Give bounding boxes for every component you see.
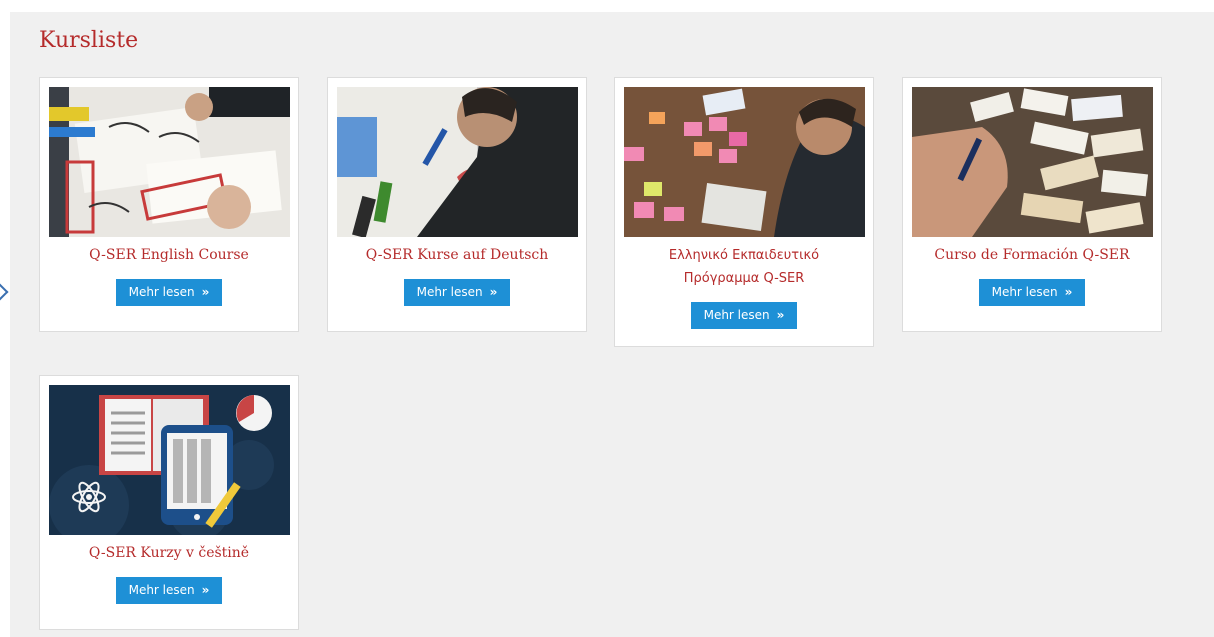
course-card-english: Q-SER English Course Mehr lesen » [39, 77, 299, 332]
course-image-greek[interactable] [624, 87, 865, 237]
double-chevron-right-icon: » [776, 308, 785, 322]
chevron-right-icon[interactable] [0, 283, 9, 301]
course-title-line: Ελληνικό Εκπαιδευτικό [668, 248, 820, 263]
double-chevron-right-icon: » [201, 583, 210, 597]
read-more-button[interactable]: Mehr lesen » [979, 279, 1085, 306]
read-more-button[interactable]: Mehr lesen » [116, 279, 222, 306]
course-card-german: Q-SER Kurse auf Deutsch Mehr lesen » [327, 77, 587, 332]
read-more-button[interactable]: Mehr lesen » [691, 302, 797, 329]
course-card-spanish: Curso de Formación Q-SER Mehr lesen » [902, 77, 1162, 332]
course-image-german[interactable] [337, 87, 578, 237]
button-label: Mehr lesen [128, 285, 195, 299]
course-card-greek: Ελληνικό Εκπαιδευτικό Πρόγραμμα Q-SER Me… [614, 77, 874, 347]
button-label: Mehr lesen [991, 285, 1058, 299]
double-chevron-right-icon: » [489, 285, 498, 299]
double-chevron-right-icon: » [201, 285, 210, 299]
course-title[interactable]: Q-SER Kurzy v češtině [45, 542, 293, 565]
course-title[interactable]: Ελληνικό Εκπαιδευτικό Πρόγραμμα Q-SER [620, 244, 868, 290]
course-image-english[interactable] [49, 87, 290, 237]
read-more-button[interactable]: Mehr lesen » [404, 279, 510, 306]
course-title[interactable]: Q-SER English Course [45, 244, 293, 267]
course-card-czech: Q-SER Kurzy v češtině Mehr lesen » [39, 375, 299, 630]
course-image-spanish[interactable] [912, 87, 1153, 237]
double-chevron-right-icon: » [1064, 285, 1073, 299]
course-title[interactable]: Curso de Formación Q-SER [908, 244, 1156, 267]
page-title: Kursliste [39, 28, 139, 53]
button-label: Mehr lesen [703, 308, 770, 322]
course-title-line: Πρόγραμμα Q-SER [683, 271, 805, 286]
button-label: Mehr lesen [416, 285, 483, 299]
course-title[interactable]: Q-SER Kurse auf Deutsch [333, 244, 581, 267]
read-more-button[interactable]: Mehr lesen » [116, 577, 222, 604]
course-image-czech[interactable] [49, 385, 290, 535]
button-label: Mehr lesen [128, 583, 195, 597]
